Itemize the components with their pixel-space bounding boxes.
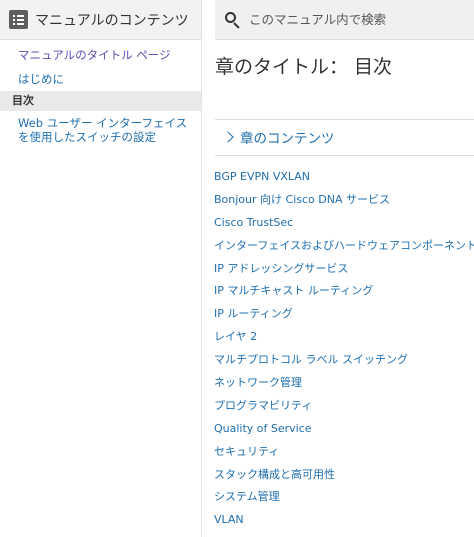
chapter-link-stacking-ha[interactable]: スタック構成と高可用性 bbox=[214, 467, 474, 490]
sidebar-header[interactable]: マニュアルのコンテンツ bbox=[0, 0, 201, 40]
sidebar-item-introduction[interactable]: はじめに bbox=[0, 71, 64, 87]
divider bbox=[215, 155, 474, 156]
chapter-link-vlan[interactable]: VLAN bbox=[214, 512, 474, 535]
search-input[interactable] bbox=[249, 12, 469, 27]
sidebar-item-toc-active[interactable]: 目次 bbox=[0, 91, 201, 111]
chapter-link-ip-routing[interactable]: IP ルーティング bbox=[214, 306, 474, 329]
sidebar: マニュアルのコンテンツ マニュアルのタイトル ページ はじめに 目次 Web ユ… bbox=[0, 0, 202, 537]
app-root: マニュアルのコンテンツ マニュアルのタイトル ページ はじめに 目次 Web ユ… bbox=[0, 0, 474, 537]
search-icon[interactable] bbox=[225, 11, 241, 29]
section-label: 章のコンテンツ bbox=[240, 131, 335, 147]
chapter-link-ip-multicast[interactable]: IP マルチキャスト ルーティング bbox=[214, 283, 474, 306]
chapter-link-trustsec[interactable]: Cisco TrustSec bbox=[214, 215, 474, 238]
page-title: 章のタイトル： 目次 bbox=[215, 56, 393, 78]
chapter-link-bonjour[interactable]: Bonjour 向け Cisco DNA サービス bbox=[214, 192, 474, 215]
chapter-link-bgp-evpn-vxlan[interactable]: BGP EVPN VXLAN bbox=[214, 169, 474, 192]
sidebar-item-title-page[interactable]: マニュアルのタイトル ページ bbox=[0, 47, 171, 63]
chapter-link-interface-hardware[interactable]: インターフェイスおよびハードウェアコンポーネント bbox=[214, 238, 474, 261]
chapter-contents-toggle[interactable]: 章のコンテンツ bbox=[222, 127, 335, 147]
chapter-link-mpls[interactable]: マルチプロトコル ラベル スイッチング bbox=[214, 352, 474, 375]
chapter-link-system-management[interactable]: システム管理 bbox=[214, 489, 474, 512]
search-bar bbox=[215, 0, 474, 40]
sidebar-item-web-ui-config[interactable]: Web ユーザー インターフェイスを使用したスイッチの設定 bbox=[0, 116, 201, 144]
list-menu-icon[interactable] bbox=[9, 10, 28, 29]
chevron-right-icon bbox=[222, 131, 234, 143]
chapter-list: BGP EVPN VXLAN Bonjour 向け Cisco DNA サービス… bbox=[214, 169, 474, 535]
chapter-link-programmability[interactable]: プログラマビリティ bbox=[214, 398, 474, 421]
chapter-link-qos[interactable]: Quality of Service bbox=[214, 421, 474, 444]
chapter-link-layer2[interactable]: レイヤ 2 bbox=[214, 329, 474, 352]
chapter-link-network-management[interactable]: ネットワーク管理 bbox=[214, 375, 474, 398]
chapter-link-security[interactable]: セキュリティ bbox=[214, 444, 474, 467]
sidebar-title: マニュアルのコンテンツ bbox=[35, 12, 189, 29]
divider bbox=[215, 119, 474, 120]
chapter-link-ip-addressing[interactable]: IP アドレッシングサービス bbox=[214, 261, 474, 284]
